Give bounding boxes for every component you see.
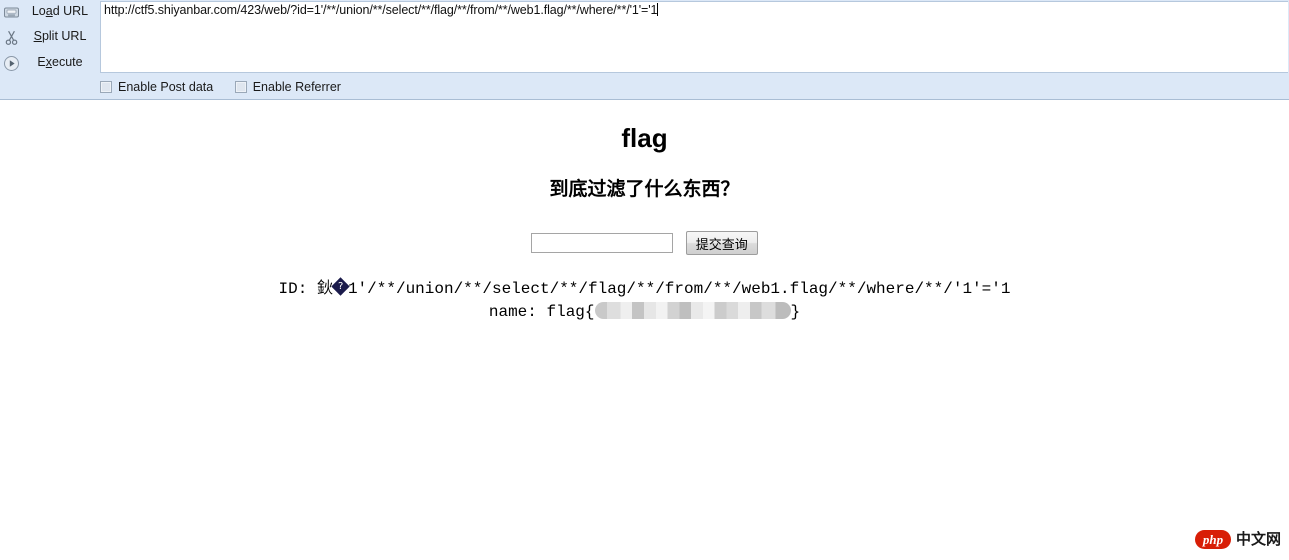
play-icon[interactable] [3, 55, 20, 72]
enable-referrer-label: Enable Referrer [252, 79, 341, 94]
result-name-label: name: [488, 303, 547, 322]
hackbar-label-column: Load URL Split URL Execute [22, 0, 98, 76]
load-url-button[interactable]: Load URL [22, 4, 98, 18]
split-url-button[interactable]: Split URL [22, 29, 98, 43]
submit-query-button[interactable]: 提交查询 [685, 231, 758, 256]
execute-label-after: ecute [52, 55, 83, 69]
disk-load-icon[interactable] [3, 4, 20, 21]
replacement-char-glyph: ? [337, 281, 344, 293]
hackbar-top-row: Load URL Split URL Execute http://ctf5.s… [0, 0, 1289, 76]
scissors-icon[interactable] [3, 29, 20, 46]
checkbox-box-post-data[interactable] [100, 80, 112, 93]
enable-post-data-checkbox[interactable]: Enable Post data [100, 80, 213, 94]
url-input-value: http://ctf5.shiyanbar.com/423/web/?id=1'… [104, 3, 658, 17]
page-content: flag 到底过滤了什么东西？ 提交查询 ID: 鈥? 1'/**/union/*… [0, 101, 1289, 560]
hackbar-options-row: Enable Post data Enable Referrer [100, 79, 359, 97]
watermark: php 中文网 [1194, 528, 1281, 550]
redacted-flag-value [594, 302, 791, 320]
enable-referrer-checkbox[interactable]: Enable Referrer [234, 79, 341, 94]
result-id-label: ID: [278, 280, 317, 299]
url-input-text-wrapper: http://ctf5.shiyanbar.com/423/web/?id=1'… [104, 3, 659, 17]
watermark-text: 中文网 [1235, 530, 1281, 548]
page-title: flag [621, 123, 668, 153]
split-url-accesskey: S [33, 29, 42, 43]
text-caret [657, 3, 659, 16]
execute-label-before: E [37, 55, 46, 69]
execute-button[interactable]: Execute [22, 55, 98, 69]
url-input-area[interactable]: http://ctf5.shiyanbar.com/423/web/?id=1'… [100, 1, 1288, 73]
result-id-line: ID: 鈥? 1'/**/union/**/select/**/flag/**/f… [0, 277, 1289, 301]
query-form: 提交查询 [0, 231, 1289, 256]
hackbar-toolbar: Load URL Split URL Execute http://ctf5.s… [0, 0, 1289, 100]
page-subtitle: 到底过滤了什么东西？ [549, 177, 740, 200]
php-logo-icon: php [1194, 529, 1231, 549]
result-name-prefix: flag{ [546, 303, 595, 322]
load-url-accesskey: a [45, 4, 53, 18]
replacement-char-icon: ? [331, 277, 350, 297]
load-url-label-before: Lo [31, 4, 46, 18]
result-id-value: 1'/**/union/**/select/**/flag/**/from/**… [347, 280, 1011, 299]
result-name-line: name: flag{} [0, 301, 1289, 324]
hackbar-icon-column [0, 0, 22, 76]
split-url-label-after: plit URL [41, 29, 87, 43]
query-input[interactable] [531, 233, 674, 254]
result-name-suffix: } [790, 303, 801, 322]
load-url-label-after: d URL [52, 4, 89, 18]
enable-post-data-label: Enable Post data [118, 79, 214, 94]
checkbox-box-referrer[interactable] [234, 80, 247, 93]
query-result: ID: 鈥? 1'/**/union/**/select/**/flag/**/f… [0, 277, 1289, 323]
result-id-mojibake: 鈥 [316, 278, 333, 298]
